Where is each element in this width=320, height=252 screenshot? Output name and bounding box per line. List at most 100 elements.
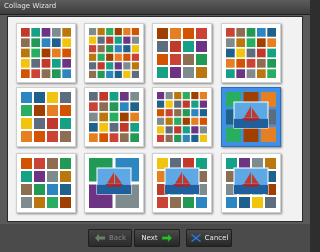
photo-cell [246,58,256,68]
photo-cell [174,134,182,142]
photo-cell [226,158,237,169]
photo-cell [157,126,165,134]
photo-cell [114,36,122,44]
collage-template-10[interactable] [84,153,144,213]
photo-cell [21,28,30,37]
photo-cell [157,109,165,117]
photo-cell [106,28,114,36]
photo-cell [21,131,32,142]
photo-cell [131,28,139,36]
photo-cell [265,158,276,169]
photo-cell [131,45,139,53]
photo-cell [21,92,32,103]
back-button-label: Back [109,234,126,242]
collage-template-11[interactable] [152,153,212,213]
photo-cell [99,133,109,142]
collage-template-2[interactable] [84,23,144,83]
collage-thumbnail [157,158,207,208]
photo-cell [62,58,71,68]
photo-cell [21,197,32,208]
next-button[interactable]: Next [134,229,180,247]
photo-cell [196,28,207,39]
photo-cell [21,69,30,78]
photo-cell [21,184,32,195]
photo-cell [170,158,181,169]
collage-template-4[interactable] [221,23,281,83]
photo-cell [246,28,256,37]
photo-cell [157,28,168,39]
photo-cell [31,69,41,78]
photo-cell [119,112,129,122]
photo-cell [196,158,207,169]
collage-template-8[interactable] [221,87,281,147]
photo-cell [191,92,199,100]
photo-cell [130,122,139,132]
template-panel [7,16,303,222]
photo-cell [157,158,168,169]
photo-cell [165,100,173,108]
photo-cell [174,126,182,134]
photo-cell [21,158,32,169]
photo-cell [123,36,131,44]
photo-cell [226,197,237,208]
photo-cell [130,92,139,101]
photo-cell [157,67,168,78]
photo-cell [60,171,71,182]
photo-cell [182,117,190,125]
collage-thumbnail [157,92,207,142]
arrow-left-icon [95,234,105,242]
photo-cell [62,28,71,37]
collage-thumbnail [89,92,139,142]
photo-cell [106,70,114,78]
collage-template-1[interactable] [16,23,76,83]
photo-cell [34,131,45,142]
photo-cell [267,28,276,37]
photo-cell [41,58,51,68]
photo-cell [157,92,165,100]
photo-cell [109,133,119,142]
collage-template-5[interactable] [16,87,76,147]
photo-cell [170,41,181,52]
collage-thumbnail [21,92,71,142]
photo-cell [106,53,114,61]
collage-template-7[interactable] [152,87,212,147]
cancel-button-label: Cancel [204,234,229,242]
photo-cell [99,112,109,122]
arrow-right-icon [161,233,173,243]
photo-cell [60,118,71,129]
photo-cell [60,92,71,103]
collage-thumbnail [226,92,276,142]
photo-cell [267,58,276,68]
photo-cell [239,197,250,208]
photo-cell [183,28,194,39]
photo-cell [47,171,58,182]
photo-cell [199,109,207,117]
photo-cell [267,38,276,48]
photo-cell [165,134,173,142]
photo-cell [252,158,263,169]
photo-cell [51,38,61,48]
photo-cell [89,62,97,70]
photo-cell [157,41,168,52]
collage-template-6[interactable] [84,87,144,147]
photo-cell [99,102,109,112]
photo-cell [174,117,182,125]
back-button[interactable]: Back [88,229,132,247]
photo-cell [41,38,51,48]
collage-template-9[interactable] [16,153,76,213]
photo-cell [114,28,122,36]
photo-cell [170,197,181,208]
title-bar: Collage Wizard [0,0,310,15]
photo-cell [97,36,105,44]
photo-cell [226,69,235,78]
collage-template-3[interactable] [152,23,212,83]
photo-cell [89,28,97,36]
photo-cell [114,45,122,53]
photo-cell [252,197,263,208]
photo-cell [174,100,182,108]
photo-cell [130,112,139,122]
photo-cell [199,92,207,100]
photo-cell [34,197,45,208]
cancel-button[interactable]: Cancel [186,229,232,247]
collage-template-12[interactable] [221,153,281,213]
